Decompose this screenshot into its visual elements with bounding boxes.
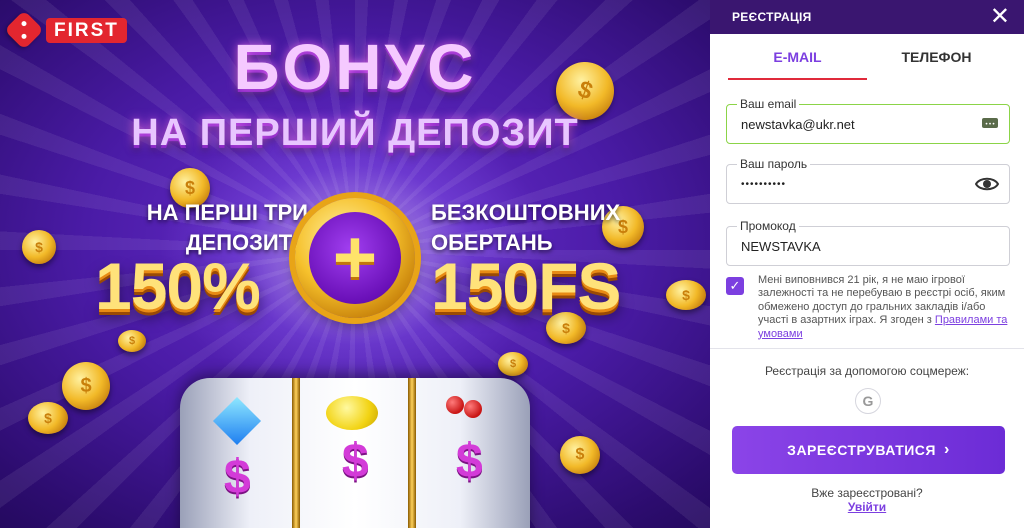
reel-divider (408, 378, 416, 528)
svg-text:•••: ••• (985, 121, 996, 128)
login-link[interactable]: Увійти (710, 500, 1024, 514)
cherry-icon (446, 396, 464, 414)
panel-title: РЕЄСТРАЦІЯ (732, 10, 812, 24)
email-field[interactable]: Ваш email newstavka@ukr.net ••• (726, 97, 1010, 144)
agreement-text: Мені виповнився 21 рік, я не маю ігрової… (758, 274, 1016, 341)
plus-coin-icon: + (295, 198, 415, 318)
dollar-symbol-icon: $ (342, 435, 369, 488)
chevron-right-icon: › (943, 441, 950, 458)
slot-reels-illustration: $ $ $ (180, 378, 530, 528)
plus-icon: + (309, 212, 401, 304)
coin-icon: $ (62, 362, 110, 410)
diamond-icon (212, 396, 262, 446)
autofill-icon[interactable]: ••• (981, 115, 999, 136)
lemon-icon (326, 396, 378, 430)
coin-icon: $ (22, 230, 56, 264)
promo-code-field-value: NEWSTAVKA (741, 239, 821, 254)
coin-icon: $ (498, 352, 528, 376)
registration-panel: РЕЄСТРАЦІЯ ✕ E-MAIL ТЕЛЕФОН Ваш email ne… (710, 0, 1024, 528)
promo-right-caption-line1: БЕЗКОШТОВНИХ (431, 200, 621, 225)
tab-phone[interactable]: ТЕЛЕФОН (867, 34, 1006, 80)
close-icon[interactable]: ✕ (990, 5, 1010, 29)
registration-tabs: E-MAIL ТЕЛЕФОН (710, 34, 1024, 80)
reel-divider (292, 378, 300, 528)
coin-icon: $ (118, 330, 146, 352)
password-field[interactable]: Ваш пароль •••••••••• (726, 157, 1010, 204)
divider (710, 348, 1024, 349)
email-field-label: Ваш email (737, 97, 800, 111)
already-registered-text: Вже зареєстровані? (811, 486, 923, 500)
coin-icon: $ (28, 402, 68, 434)
password-field-value: •••••••••• (741, 179, 787, 190)
panel-header: РЕЄСТРАЦІЯ ✕ (710, 0, 1024, 34)
dollar-symbol-icon: $ (224, 451, 251, 504)
coin-icon: $ (666, 280, 706, 310)
tab-email[interactable]: E-MAIL (728, 34, 867, 80)
password-field-label: Ваш пароль (737, 157, 811, 171)
promo-left-caption-line1: НА ПЕРШІ ТРИ (146, 200, 308, 225)
promo-headline: БОНУС (233, 31, 477, 103)
promo-percent-value: 150% (95, 249, 261, 323)
google-signup-button[interactable]: G (855, 388, 881, 414)
agreement-row: ✓ Мені виповнився 21 рік, я не маю ігров… (726, 274, 1016, 341)
register-button-label: ЗАРЕЄСТРУВАТИСЯ (787, 442, 936, 458)
promo-subheadline: НА ПЕРШИЙ ДЕПОЗИТ (131, 112, 579, 154)
register-button[interactable]: ЗАРЕЄСТРУВАТИСЯ › (732, 426, 1005, 474)
promo-banner: FIRST $ $ $ $ $ $ $ $ $ $ $ БОНУС НА ПЕР… (0, 0, 710, 528)
google-icon: G (862, 393, 874, 409)
email-field-value: newstavka@ukr.net (741, 117, 855, 132)
promo-code-field-label: Промокод (737, 219, 799, 233)
agreement-checkbox[interactable]: ✓ (726, 277, 744, 295)
coin-icon: $ (560, 436, 600, 474)
promo-freespins-value: 150FS (431, 249, 621, 323)
eye-icon[interactable] (974, 175, 1000, 198)
cherry-icon (464, 400, 482, 418)
promo-code-field[interactable]: Промокод NEWSTAVKA (726, 219, 1010, 266)
dollar-symbol-icon: $ (456, 435, 483, 488)
social-signup-label: Реєстрація за допомогою соцмереж: (764, 364, 970, 378)
